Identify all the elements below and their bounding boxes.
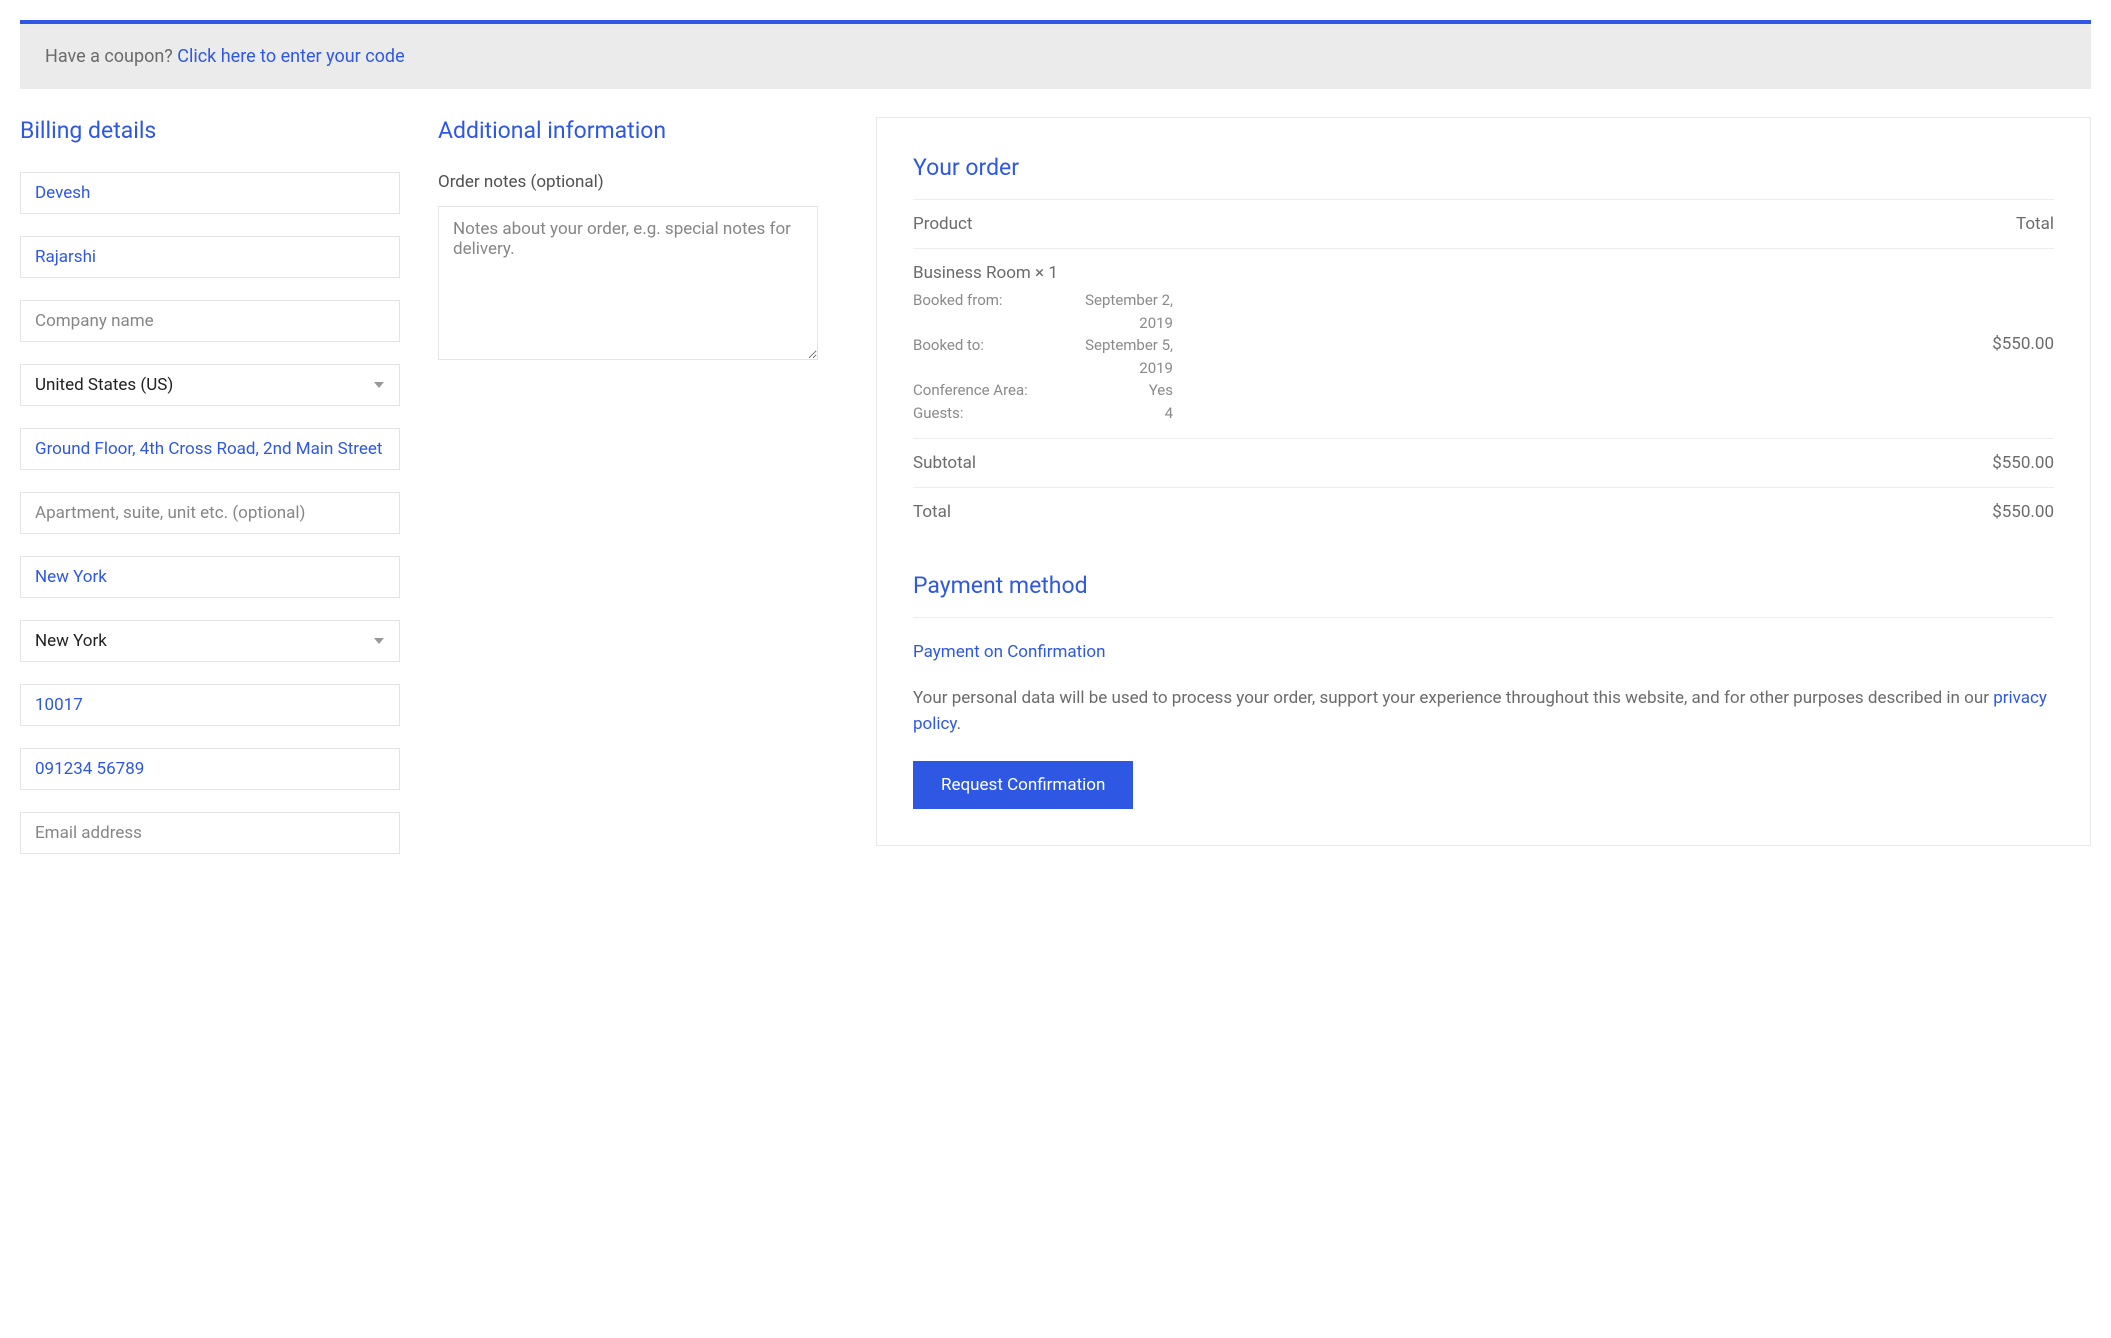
total-value: $550.00: [1835, 488, 2054, 537]
address2-input[interactable]: [20, 492, 400, 534]
payment-section: Payment method Payment on Confirmation Y…: [913, 572, 2054, 809]
order-box: Your order Product Total Business Room ×…: [876, 117, 2091, 846]
subtotal-row: Subtotal $550.00: [913, 439, 2054, 488]
order-header-product: Product: [913, 200, 1835, 249]
privacy-text: Your personal data will be used to proce…: [913, 686, 2054, 737]
subtotal-label: Subtotal: [913, 439, 1835, 488]
total-row: Total $550.00: [913, 488, 2054, 537]
booked-to-value: September 5, 2019: [1048, 334, 1173, 379]
coupon-link[interactable]: Click here to enter your code: [177, 46, 404, 67]
request-confirmation-button[interactable]: Request Confirmation: [913, 761, 1133, 809]
payment-title: Payment method: [913, 572, 2054, 599]
country-select-wrapper: United States (US): [20, 364, 400, 406]
country-select[interactable]: United States (US): [20, 364, 400, 406]
guests-value: 4: [1048, 402, 1173, 425]
payment-method-name[interactable]: Payment on Confirmation: [913, 617, 2054, 662]
order-notes-label: Order notes (optional): [438, 172, 818, 192]
order-column: Your order Product Total Business Room ×…: [876, 117, 2091, 846]
additional-column: Additional information Order notes (opti…: [438, 117, 818, 365]
additional-title: Additional information: [438, 117, 818, 144]
product-qty: × 1: [1035, 263, 1058, 283]
conference-value: Yes: [1048, 379, 1173, 402]
coupon-banner: Have a coupon? Click here to enter your …: [20, 20, 2091, 89]
first-name-input[interactable]: [20, 172, 400, 214]
product-name: Business Room: [913, 263, 1035, 283]
order-notes-textarea[interactable]: [438, 206, 818, 360]
booked-to-label: Booked to:: [913, 334, 1048, 379]
order-header-total: Total: [1835, 200, 2054, 249]
total-label: Total: [913, 488, 1835, 537]
billing-title: Billing details: [20, 117, 400, 144]
phone-input[interactable]: [20, 748, 400, 790]
subtotal-value: $550.00: [1835, 439, 2054, 488]
booked-from-value: September 2, 2019: [1048, 289, 1173, 334]
order-title: Your order: [913, 154, 2054, 181]
order-table: Product Total Business Room × 1 Booked f…: [913, 199, 2054, 536]
privacy-text-before: Your personal data will be used to proce…: [913, 688, 1993, 708]
postcode-input[interactable]: [20, 684, 400, 726]
billing-column: Billing details United States (US): [20, 117, 400, 876]
last-name-input[interactable]: [20, 236, 400, 278]
guests-label: Guests:: [913, 402, 1048, 425]
coupon-text: Have a coupon?: [45, 46, 177, 67]
booked-from-label: Booked from:: [913, 289, 1048, 334]
privacy-text-after: .: [957, 714, 961, 734]
state-select-wrapper: New York: [20, 620, 400, 662]
address1-input[interactable]: [20, 428, 400, 470]
city-input[interactable]: [20, 556, 400, 598]
booking-meta: Booked from: September 2, 2019 Booked to…: [913, 289, 1835, 424]
conference-label: Conference Area:: [913, 379, 1048, 402]
state-select[interactable]: New York: [20, 620, 400, 662]
line-total: $550.00: [1835, 249, 2054, 439]
email-input[interactable]: [20, 812, 400, 854]
company-input[interactable]: [20, 300, 400, 342]
order-line-item: Business Room × 1 Booked from: September…: [913, 249, 2054, 439]
